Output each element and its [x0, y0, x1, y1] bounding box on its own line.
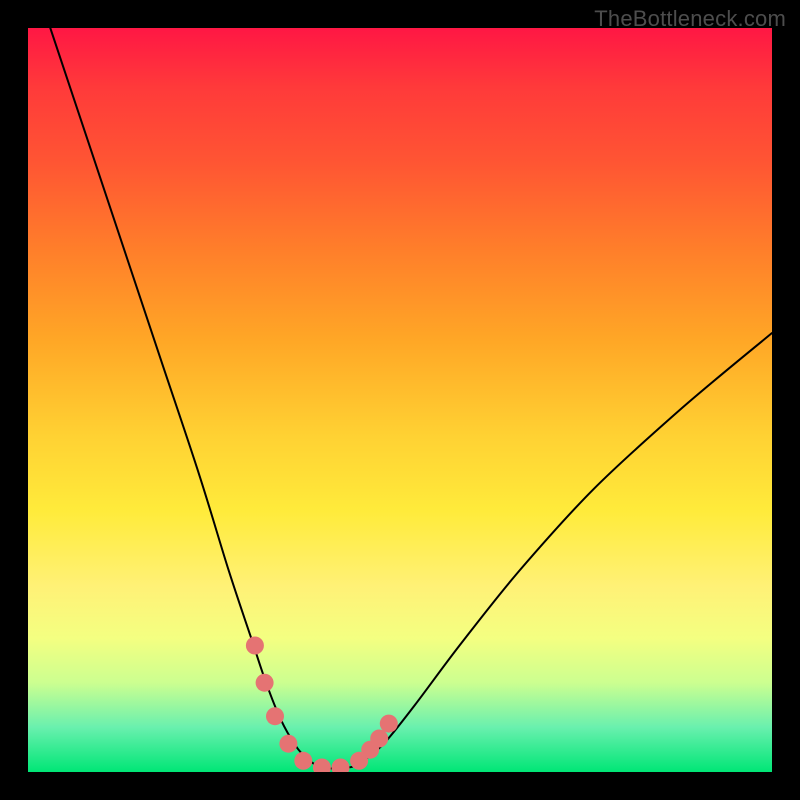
curve-marker — [313, 759, 331, 773]
curve-marker — [380, 715, 398, 733]
chart-svg — [28, 28, 772, 772]
curve-marker — [279, 735, 297, 753]
curve-marker — [256, 674, 274, 692]
curve-marker — [370, 730, 388, 748]
curve-marker — [332, 759, 350, 773]
watermark-label: TheBottleneck.com — [594, 6, 786, 32]
bottleneck-curve — [50, 28, 772, 769]
curve-marker — [294, 752, 312, 770]
curve-markers — [246, 637, 398, 773]
gradient-plot-area — [28, 28, 772, 772]
curve-marker — [246, 637, 264, 655]
curve-marker — [266, 707, 284, 725]
